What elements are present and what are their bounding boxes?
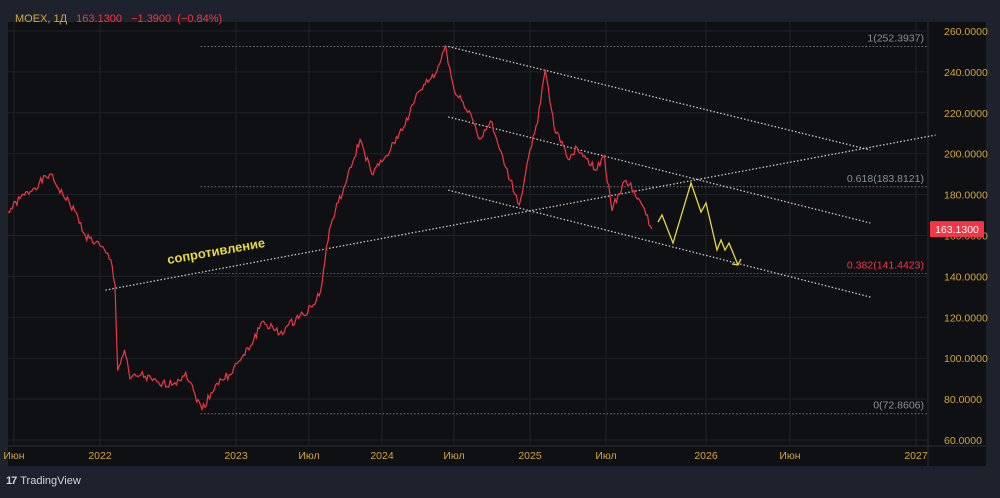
symbol-label[interactable]: MOEX, 1Д [15,13,67,25]
x-tick-label: Июл [298,450,319,462]
x-tick-label: Июл [595,450,616,462]
x-tick-label: 2027 [904,450,928,462]
x-tick-label: 2022 [88,450,112,462]
x-tick-label: 2026 [694,450,718,462]
y-tick-label: 260.0000 [944,26,988,38]
y-tick-label: 100.0000 [944,353,988,365]
fib-level-label: 0.382(141.4423) [847,259,924,271]
tv-logo-icon: 17 [6,475,17,487]
y-tick-label: 200.0000 [944,149,988,161]
y-tick-label: 60.0000 [944,435,982,447]
price-change-pct: (−0.84%) [177,13,223,25]
last-price-label: 163.1300 [935,224,979,236]
logo-text: TradingView [20,475,81,487]
x-tick-label: Июл [443,450,464,462]
x-tick-label: Июн [3,450,24,462]
x-tick-label: 2024 [370,450,394,462]
x-tick-label: 2023 [224,450,248,462]
y-tick-label: 120.0000 [944,312,988,324]
price-change: −1.3900 [131,13,172,25]
x-tick-label: Июн [779,450,800,462]
y-tick-label: 140.0000 [944,271,988,283]
price-chart[interactable]: 260.0000 240.0000 220.0000 200.0000 180.0000… [0,0,1000,498]
time-axis [8,446,986,466]
y-tick-label: 180.0000 [944,190,988,202]
price-value: 163.1300 [76,13,123,25]
y-tick-label: 240.0000 [944,67,988,79]
tradingview-logo[interactable]: 17 TradingView [6,475,81,487]
x-tick-label: 2025 [518,450,542,462]
y-tick-label: 80.0000 [944,394,982,406]
fib-level-label: 0.618(183.8121) [847,173,924,185]
y-tick-label: 220.0000 [944,108,988,120]
fib-level-label: 0(72.8606) [873,400,924,412]
legend-header: MOEX, 1Д 163.1300 −1.3900 (−0.84%) [15,13,222,25]
fib-level-label: 1(252.3937) [867,33,924,45]
